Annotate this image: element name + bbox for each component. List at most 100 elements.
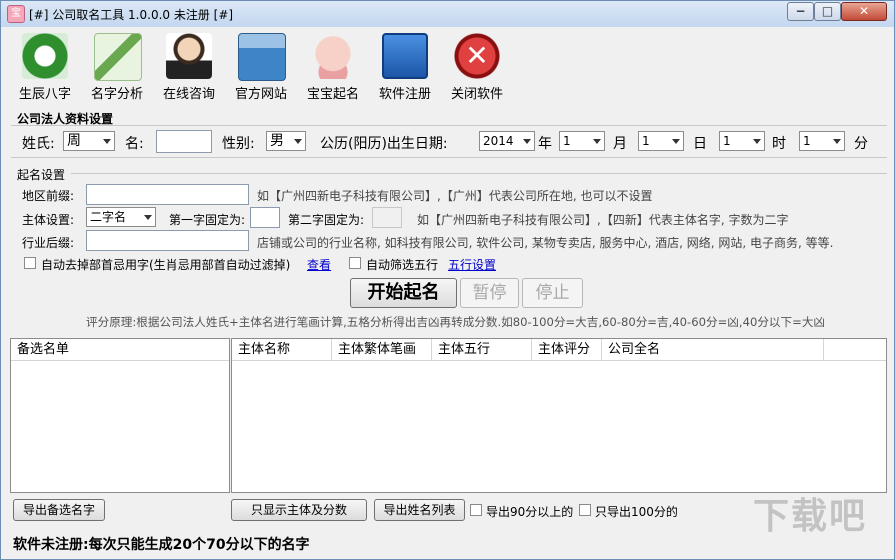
- subject-value: 二字名: [90, 210, 127, 224]
- auto-remove-checkbox[interactable]: [24, 257, 36, 269]
- close-circle-icon: ✕: [454, 33, 500, 79]
- first-char-input[interactable]: [250, 207, 280, 228]
- show-subject-score-button[interactable]: 只显示主体及分数: [231, 499, 367, 521]
- minute-unit: 分: [854, 136, 868, 152]
- tool-label: 宝宝起名: [306, 87, 359, 102]
- tool-label: 关闭软件: [450, 87, 503, 102]
- naming-section-title: 起名设置: [17, 168, 66, 182]
- export-90-label: 导出90分以上的: [486, 505, 574, 519]
- first-char-label: 第一字固定为:: [169, 213, 246, 227]
- chevron-down-icon: [523, 139, 531, 144]
- auto-remove-label: 自动去掉部首忌用字(生肖忌用部首自动过滤掉): [41, 258, 291, 272]
- close-icon: ✕: [858, 4, 870, 18]
- chevron-down-icon: [103, 139, 111, 144]
- window-title: [#] 公司取名工具 1.0.0.0 未注册 [#]: [29, 8, 234, 22]
- wuxing-settings-link[interactable]: 五行设置: [448, 256, 496, 273]
- chevron-down-icon: [833, 139, 841, 144]
- building-icon: [238, 33, 286, 81]
- birthday-label: 公历(阳历)出生日期:: [320, 136, 448, 152]
- tool-online-consult[interactable]: 在线咨询: [154, 31, 224, 103]
- chevron-down-icon: [294, 139, 302, 144]
- column-header-full-name[interactable]: 公司全名: [602, 339, 824, 361]
- view-link[interactable]: 查看: [307, 256, 331, 273]
- chevron-down-icon: [753, 139, 761, 144]
- hour-value: 1: [723, 134, 731, 148]
- day-unit: 日: [693, 136, 707, 152]
- support-agent-icon: [166, 33, 212, 79]
- subject-hint: 如【广州四新电子科技有限公司】,【四新】代表主体名字, 字数为二字: [417, 213, 789, 227]
- legal-section-divider: [11, 125, 887, 126]
- month-select[interactable]: 1: [559, 131, 605, 151]
- results-table[interactable]: 主体名称 主体繁体笔画 主体五行 主体评分 公司全名: [231, 338, 887, 493]
- baby-icon: [310, 33, 356, 79]
- industry-input[interactable]: [86, 230, 249, 251]
- candidates-list[interactable]: 备选名单: [10, 338, 230, 493]
- watermark-logo: 下载吧: [753, 496, 868, 537]
- column-header-subject-name[interactable]: 主体名称: [232, 339, 332, 361]
- export-100-label: 只导出100分的: [595, 505, 678, 519]
- given-name-input[interactable]: [156, 130, 212, 153]
- auto-wuxing-label: 自动筛选五行: [366, 258, 439, 272]
- column-header-strokes[interactable]: 主体繁体笔画: [332, 339, 432, 361]
- tool-baby-naming[interactable]: 宝宝起名: [298, 31, 368, 103]
- industry-hint: 店铺或公司的行业名称, 如科技有限公司, 软件公司, 某物专卖店, 服务中心, …: [257, 236, 834, 250]
- column-header-wuxing[interactable]: 主体五行: [432, 339, 532, 361]
- year-value: 2014: [483, 134, 514, 148]
- export-100-checkbox[interactable]: [579, 504, 591, 516]
- surname-value: 周: [67, 133, 81, 149]
- naming-section-divider: [71, 173, 887, 174]
- tool-label: 名字分析: [90, 87, 143, 102]
- tool-register[interactable]: 软件注册: [370, 31, 440, 103]
- toolbar: 生辰八字 名字分析 在线咨询 官方网站 宝宝起名 软件注册 ✕ 关闭软件: [10, 31, 890, 103]
- start-naming-button[interactable]: 开始起名: [350, 278, 457, 308]
- stop-button[interactable]: 停止: [522, 278, 583, 308]
- tool-official-site[interactable]: 官方网站: [226, 31, 296, 103]
- subject-select[interactable]: 二字名: [86, 207, 156, 227]
- pause-button[interactable]: 暂停: [460, 278, 519, 308]
- unlock-icon: [382, 33, 428, 79]
- gender-select[interactable]: 男: [266, 131, 306, 151]
- column-header-filler: [824, 339, 886, 361]
- app-icon: 宝: [7, 5, 25, 23]
- gender-value: 男: [270, 133, 284, 149]
- tool-label: 官方网站: [234, 87, 287, 102]
- minimize-button[interactable]: −: [787, 2, 814, 21]
- column-header-score[interactable]: 主体评分: [532, 339, 602, 361]
- auto-wuxing-checkbox[interactable]: [349, 257, 361, 269]
- hour-select[interactable]: 1: [719, 131, 765, 151]
- export-candidates-button[interactable]: 导出备选名字: [13, 499, 105, 521]
- close-button[interactable]: ✕: [841, 2, 887, 21]
- pencil-icon: [94, 33, 142, 81]
- region-hint: 如【广州四新电子科技有限公司】,【广州】代表公司所在地, 也可以不设置: [257, 189, 653, 203]
- hour-unit: 时: [772, 136, 786, 152]
- day-select[interactable]: 1: [638, 131, 684, 151]
- region-input[interactable]: [86, 184, 249, 205]
- tool-label: 在线咨询: [162, 87, 215, 102]
- surname-select[interactable]: 周: [63, 131, 115, 151]
- maximize-button[interactable]: □: [814, 2, 841, 21]
- export-90-checkbox[interactable]: [470, 504, 482, 516]
- candidates-header: 备选名单: [11, 339, 229, 361]
- minute-select[interactable]: 1: [799, 131, 845, 151]
- industry-label: 行业后缀:: [22, 236, 75, 250]
- bagua-icon: [22, 33, 68, 79]
- subject-label: 主体设置:: [22, 213, 75, 227]
- given-name-label: 名:: [125, 136, 144, 152]
- minute-value: 1: [803, 134, 811, 148]
- region-label: 地区前缀:: [22, 189, 75, 203]
- tool-birth-bazi[interactable]: 生辰八字: [10, 31, 80, 103]
- export-name-list-button[interactable]: 导出姓名列表: [374, 499, 465, 521]
- tool-name-analysis[interactable]: 名字分析: [82, 31, 152, 103]
- tool-label: 生辰八字: [18, 87, 71, 102]
- main-window: 宝 [#] 公司取名工具 1.0.0.0 未注册 [#] − □ ✕ 生辰八字 …: [0, 0, 895, 560]
- tool-close-app[interactable]: ✕ 关闭软件: [442, 31, 512, 103]
- year-unit: 年: [538, 136, 552, 152]
- year-select[interactable]: 2014: [479, 131, 535, 151]
- status-bar-text: 软件未注册:每次只能生成20个70分以下的名字: [13, 537, 310, 553]
- tool-label: 软件注册: [378, 87, 431, 102]
- chevron-down-icon: [672, 139, 680, 144]
- second-char-input[interactable]: [372, 207, 402, 228]
- month-value: 1: [563, 134, 571, 148]
- maximize-icon: □: [821, 4, 834, 18]
- day-value: 1: [642, 134, 650, 148]
